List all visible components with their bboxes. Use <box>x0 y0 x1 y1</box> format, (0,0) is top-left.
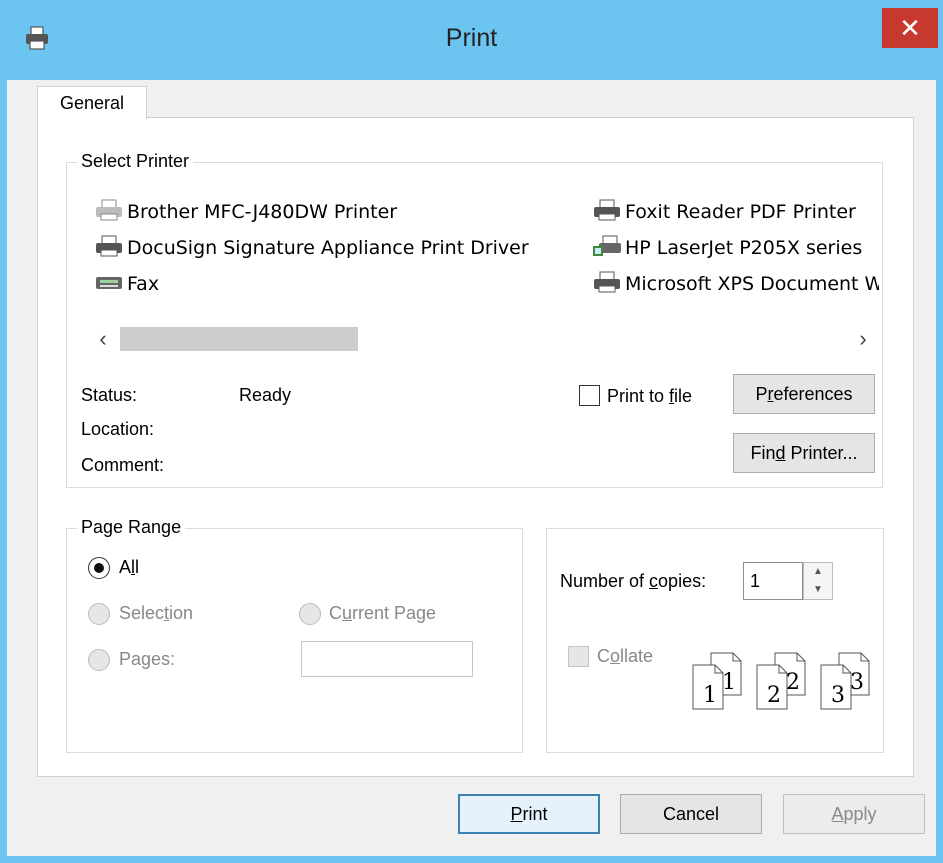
copies-spinner[interactable]: ▲ ▼ <box>803 562 833 600</box>
select-printer-group: Select Printer Brother MFC-J480DW Printe… <box>66 150 883 488</box>
comment-label: Comment: <box>81 455 165 475</box>
window-title: Print <box>445 24 498 52</box>
scrollbar-thumb[interactable] <box>120 327 358 351</box>
printer-icon <box>591 270 625 299</box>
preferences-button[interactable]: Preferences <box>733 374 875 414</box>
printer-name: Foxit Reader PDF Printer <box>625 201 856 223</box>
selection-radio[interactable] <box>88 603 110 625</box>
current-page-radio[interactable] <box>299 603 321 625</box>
printer-item[interactable]: Brother MFC-J480DW Printer <box>93 197 397 227</box>
printer-name: DocuSign Signature Appliance Print Drive… <box>127 237 529 259</box>
apply-button[interactable]: Apply <box>783 794 925 834</box>
printer-icon <box>591 198 625 227</box>
scroll-left-icon[interactable]: ‹ <box>88 323 118 354</box>
printer-name: Brother MFC-J480DW Printer <box>127 201 398 223</box>
page-range-group: Page Range All Selection Current Page Pa… <box>66 516 523 753</box>
general-tab-panel: Select Printer Brother MFC-J480DW Printe… <box>37 117 914 777</box>
collate-page-number: 1 <box>703 683 717 708</box>
copies-input[interactable]: 1 <box>743 562 803 600</box>
network-printer-icon <box>591 234 625 263</box>
printer-icon <box>93 234 127 263</box>
collate-page-number: 2 <box>786 670 800 695</box>
collate-checkbox[interactable] <box>568 646 589 667</box>
tab-general[interactable]: General <box>37 86 147 119</box>
printer-item[interactable]: Microsoft XPS Document Writer <box>591 269 879 299</box>
all-radio[interactable] <box>88 557 110 579</box>
collate-illustration: 1 1 2 2 3 3 <box>691 651 876 720</box>
scroll-right-icon[interactable]: › <box>848 323 878 354</box>
print-to-file-checkbox[interactable] <box>579 385 600 406</box>
collate-page-number: 3 <box>831 683 845 708</box>
print-button[interactable]: Print <box>458 794 600 834</box>
number-of-copies-label: Number of copies: <box>560 571 707 591</box>
collate-page-number: 3 <box>850 670 864 695</box>
current-page-label[interactable]: Current Page <box>329 603 436 624</box>
pages-label[interactable]: Pages: <box>119 649 175 670</box>
spin-down-icon[interactable]: ▼ <box>804 581 832 599</box>
close-icon: ✕ <box>899 13 921 43</box>
close-button[interactable]: ✕ <box>882 8 938 48</box>
printer-name: HP LaserJet P205X series <box>625 237 863 259</box>
status-label: Status: <box>81 385 138 405</box>
printer-list-scrollbar[interactable]: ‹ › <box>88 323 878 354</box>
printer-name: Fax <box>127 273 160 295</box>
status-value: Ready <box>239 385 292 405</box>
title-bar: Print ✕ <box>0 0 943 80</box>
cancel-button[interactable]: Cancel <box>620 794 762 834</box>
printer-name: Microsoft XPS Document Writer <box>625 273 879 295</box>
printer-list-clip: Foxit Reader PDF Printer HP LaserJet P20… <box>591 193 879 313</box>
collate-page-number: 2 <box>767 683 781 708</box>
collate-page-number: 1 <box>722 670 736 695</box>
pages-input[interactable] <box>301 641 473 677</box>
dialog-body: General Select Printer Brother MFC-J480D… <box>7 80 936 856</box>
all-label[interactable]: All <box>119 557 139 578</box>
collate-label[interactable]: Collate <box>597 646 653 667</box>
print-to-file-label[interactable]: Print to file <box>607 386 692 407</box>
fax-icon <box>93 270 127 299</box>
printer-item[interactable]: HP LaserJet P205X series <box>591 233 862 263</box>
printer-item[interactable]: DocuSign Signature Appliance Print Drive… <box>93 233 529 263</box>
find-printer-button[interactable]: Find Printer... <box>733 433 875 473</box>
select-printer-legend: Select Printer <box>77 150 194 172</box>
location-label: Location: <box>81 419 155 439</box>
copies-group: Number of copies: 1 ▲ ▼ Collate 1 1 2 2 … <box>546 528 884 753</box>
spin-up-icon[interactable]: ▲ <box>804 563 832 581</box>
printer-icon <box>93 198 127 227</box>
printer-item[interactable]: Foxit Reader PDF Printer <box>591 197 856 227</box>
selection-label[interactable]: Selection <box>119 603 193 624</box>
pages-radio[interactable] <box>88 649 110 671</box>
print-dialog: Print ✕ General Select Printer Brother M… <box>0 0 943 863</box>
page-range-legend: Page Range <box>77 516 186 538</box>
printer-item[interactable]: Fax <box>93 269 159 299</box>
